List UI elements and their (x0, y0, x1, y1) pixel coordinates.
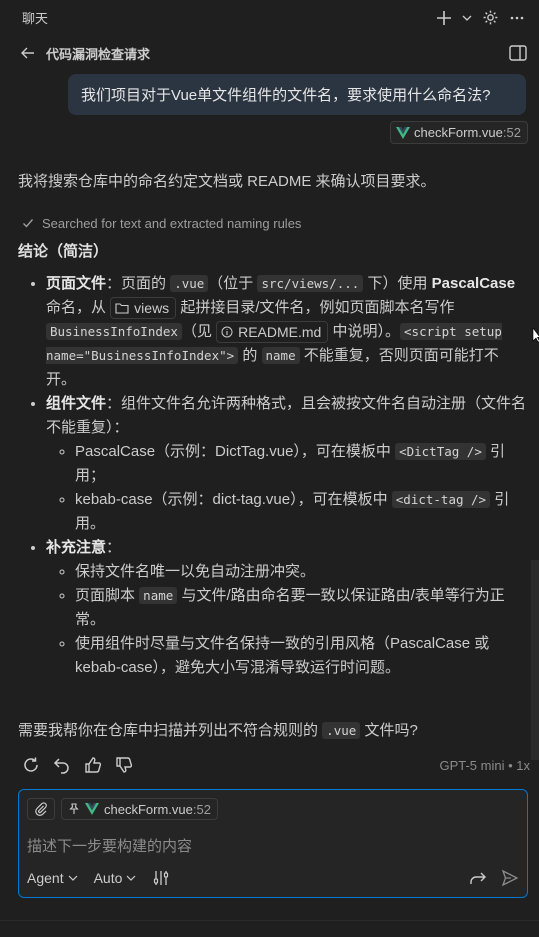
thumbs-down-icon[interactable] (113, 754, 135, 776)
model-picker-label: Auto (93, 870, 123, 886)
attach-button[interactable] (27, 798, 55, 820)
list-item-page-files: 页面文件：页面的 .vue（位于 src/views/... 下）使用 Pasc… (46, 272, 528, 392)
bottom-toolbar (0, 920, 539, 937)
text: PascalCase（示例：DictTag.vue），可在模板中 (75, 443, 396, 460)
pin-icon (68, 803, 80, 815)
text: 需要我帮你在仓库中扫描并列出不符合规则的 (18, 722, 323, 739)
inline-code: name (139, 587, 178, 604)
info-icon (221, 326, 233, 338)
check-icon (22, 217, 34, 229)
assistant-followup: 需要我帮你在仓库中扫描并列出不符合规则的 .vue 文件吗? (18, 719, 418, 743)
text: 命名，从 (46, 299, 111, 316)
readme-chip[interactable]: README.md (216, 321, 329, 344)
text: ： (106, 539, 122, 556)
item-label: 组件文件 (46, 395, 107, 412)
text: （见 (181, 323, 217, 340)
delegate-arrow-icon[interactable] (469, 870, 487, 886)
vue-file-icon (85, 803, 99, 815)
mode-label: Agent (27, 870, 64, 886)
sublist-item: PascalCase（示例：DictTag.vue），可在模板中 <DictTa… (75, 440, 528, 488)
text: 下）使用 (363, 275, 432, 292)
tools-icon[interactable] (152, 869, 170, 887)
chat-header: 聊天 (0, 0, 539, 35)
gear-icon[interactable] (482, 9, 499, 26)
new-chat-icon[interactable] (436, 10, 452, 26)
conversation-title: 代码漏洞检查请求 (46, 46, 151, 62)
mode-dropdown[interactable]: Agent (27, 870, 78, 886)
bold-text: PascalCase (431, 275, 516, 292)
retry-icon[interactable] (20, 754, 42, 776)
context-line: :52 (192, 801, 211, 817)
text: （位于 (208, 275, 258, 292)
scrollbar[interactable] (531, 560, 539, 760)
reference-file-name: checkForm.vue (414, 125, 503, 140)
model-dropdown[interactable]: Auto (94, 870, 137, 886)
text: kebab-case（示例：dict-tag.vue），可在模板中 (75, 491, 392, 508)
text: ：页面的 (106, 275, 171, 292)
notes-sublist: 保持文件名唯一以免自动注册冲突。 页面脚本 name 与文件/路由命名要一致以保… (46, 560, 528, 680)
response-actions: GPT-5 mini • 1x (20, 753, 530, 777)
vue-file-icon (396, 126, 410, 139)
text: 页面脚本 (75, 587, 140, 604)
inline-code: <dict-tag /> (391, 491, 491, 508)
more-icon[interactable] (509, 10, 525, 26)
text: 的 (238, 347, 262, 364)
thumbs-up-icon[interactable] (82, 754, 104, 776)
sublist-item: kebab-case（示例：dict-tag.vue），可在模板中 <dict-… (75, 488, 528, 536)
inline-code: BusinessInfoIndex (46, 323, 182, 340)
paperclip-icon (34, 802, 48, 816)
folder-chip[interactable]: views (110, 297, 177, 320)
progress-text: Searched for text and extracted naming r… (42, 215, 302, 231)
toggle-sidebar-icon[interactable] (509, 45, 527, 61)
item-label: 补充注意 (46, 539, 107, 556)
conclusion-list: 页面文件：页面的 .vue（位于 src/views/... 下）使用 Pasc… (18, 272, 528, 680)
readme-name: README.md (238, 324, 322, 341)
folder-name: views (134, 300, 170, 317)
conclusion-heading: 结论（简洁） (18, 243, 109, 260)
user-reference-chip[interactable]: checkForm.vue:52 (390, 121, 528, 144)
component-sublist: PascalCase（示例：DictTag.vue），可在模板中 <DictTa… (46, 440, 528, 536)
chevron-down-icon (68, 873, 78, 883)
assistant-response: 我将搜索仓库中的命名约定文档或 README 来确认项目要求。 Searched… (18, 170, 528, 680)
send-icon[interactable] (501, 869, 519, 887)
user-message: 我们项目对于Vue单文件组件的文件名，要求使用什么命名法? (68, 74, 526, 115)
inline-code: <DictTag /> (395, 443, 486, 460)
panel-title: 聊天 (22, 11, 49, 26)
model-label: GPT-5 mini • 1x (439, 757, 530, 773)
list-item-notes: 补充注意： 保持文件名唯一以免自动注册冲突。 页面脚本 name 与文件/路由命… (46, 536, 528, 680)
chat-input-placeholder[interactable]: 描述下一步要构建的内容 (27, 835, 192, 856)
inline-code: src/views/... (257, 275, 364, 292)
progress-step[interactable]: Searched for text and extracted naming r… (18, 213, 528, 233)
inline-code: name (261, 347, 300, 364)
back-arrow-icon[interactable] (20, 45, 36, 61)
conversation-bar: 代码漏洞检查请求 (0, 36, 539, 70)
chat-input-box[interactable]: checkForm.vue:52 描述下一步要构建的内容 Agent Auto (18, 789, 528, 898)
list-item-component-files: 组件文件：组件文件名允许两种格式，且会被按文件名自动注册（文件名不能重复）： P… (46, 392, 528, 536)
context-file-chip[interactable]: checkForm.vue:52 (61, 798, 218, 820)
text: ：组件文件名允许两种格式，且会被按文件名自动注册（文件名不能重复）： (46, 395, 527, 436)
sublist-item: 使用组件时尽量与文件名保持一致的引用风格（PascalCase 或 kebab-… (75, 632, 528, 680)
undo-icon[interactable] (51, 754, 73, 776)
context-file-name: checkForm.vue (104, 801, 193, 817)
inline-code: .vue (170, 275, 209, 292)
reference-line: :52 (502, 125, 521, 140)
chevron-down-icon[interactable] (462, 13, 472, 23)
assistant-intro: 我将搜索仓库中的命名约定文档或 README 来确认项目要求。 (18, 173, 436, 190)
item-label: 页面文件 (46, 275, 107, 292)
text: 起拼接目录/文件名，例如页面脚本名写作 (176, 299, 455, 316)
sublist-item: 页面脚本 name 与文件/路由命名要一致以保证路由/表单等行为正常。 (75, 584, 528, 632)
chevron-down-icon (126, 873, 136, 883)
folder-icon (115, 302, 129, 314)
inline-code: .vue (322, 722, 361, 739)
sublist-item: 保持文件名唯一以免自动注册冲突。 (75, 560, 528, 584)
text: 中说明）。 (328, 323, 401, 340)
text: 文件吗? (360, 722, 418, 739)
mouse-cursor-icon (532, 327, 539, 343)
